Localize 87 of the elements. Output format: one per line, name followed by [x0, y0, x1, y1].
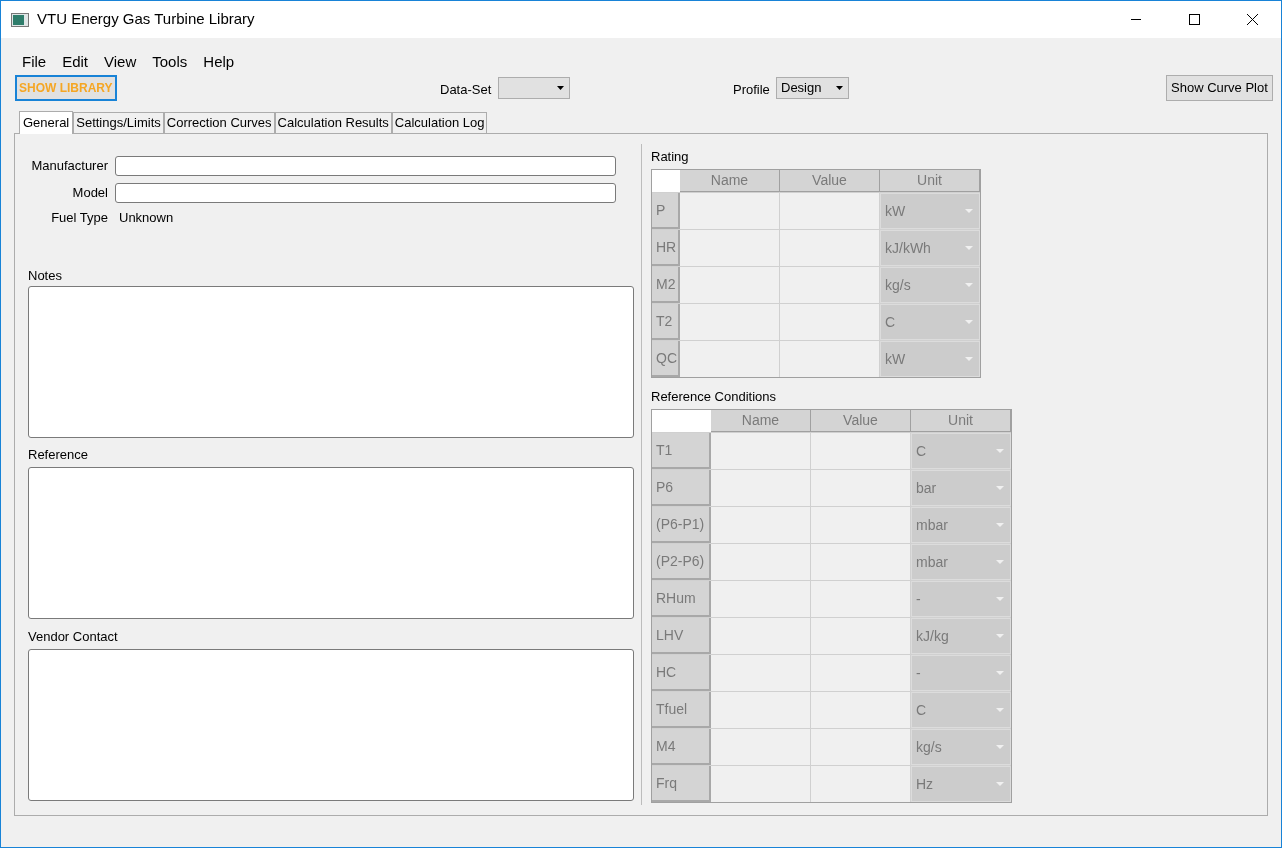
row-header: QC: [652, 341, 680, 377]
notes-text-area[interactable]: [28, 286, 634, 438]
dropdown-arrow-icon: [996, 782, 1004, 786]
unit-dropdown[interactable]: kJ/kg: [911, 618, 1011, 654]
app-icon: [11, 12, 29, 27]
row-header: HR: [652, 230, 680, 266]
unit-dropdown[interactable]: bar: [911, 470, 1011, 506]
unit-dropdown[interactable]: kJ/kWh: [880, 230, 980, 266]
vendor-contact-text-area[interactable]: [28, 649, 634, 801]
dropdown-arrow-icon: [996, 745, 1004, 749]
column-header: Unit: [911, 410, 1011, 432]
dropdown-arrow-icon: [996, 523, 1004, 527]
dropdown-arrow-icon: [836, 86, 843, 90]
reference-text-area[interactable]: [28, 467, 634, 619]
row-header: M4: [652, 729, 711, 765]
section-label: Rating: [651, 148, 690, 165]
show-library-button[interactable]: SHOW LIBRARY: [15, 75, 117, 101]
column-header: Value: [811, 410, 911, 432]
dropdown-arrow-icon: [965, 357, 973, 361]
data-set-dropdown[interactable]: [498, 77, 570, 99]
fuel-type-value: Unknown: [118, 209, 174, 228]
profile-dropdown[interactable]: Design: [776, 77, 849, 99]
unit-dropdown[interactable]: kW: [880, 341, 980, 377]
dropdown-arrow-icon: [996, 708, 1004, 712]
profile-label: Profile: [733, 81, 770, 99]
window-title: VTU Energy Gas Turbine Library: [37, 9, 255, 30]
unit-dropdown[interactable]: -: [911, 655, 1011, 691]
row-header: Tfuel: [652, 692, 711, 728]
dropdown-arrow-icon: [965, 283, 973, 287]
unit-dropdown[interactable]: mbar: [911, 544, 1011, 580]
menu-item[interactable]: Tools: [145, 52, 195, 72]
unit-dropdown[interactable]: C: [880, 304, 980, 340]
manufacturer-field[interactable]: [115, 156, 616, 176]
field-label: Model: [71, 184, 109, 203]
unit-dropdown[interactable]: C: [911, 433, 1011, 469]
menu-item[interactable]: View: [97, 52, 144, 72]
column-header: Value: [780, 170, 880, 192]
row-header: T2: [652, 304, 680, 340]
row-header: Frq: [652, 766, 711, 802]
row-header: (P6-P1): [652, 507, 711, 543]
menu-item[interactable]: Edit: [55, 52, 96, 72]
section-label: Vendor Contact: [28, 628, 119, 645]
dropdown-arrow-icon: [965, 209, 973, 213]
tab[interactable]: Calculation Log: [391, 112, 488, 133]
section-label: Reference Conditions: [651, 388, 778, 405]
unit-dropdown[interactable]: kg/s: [911, 729, 1011, 765]
menu-item[interactable]: Help: [196, 52, 242, 72]
dropdown-arrow-icon: [557, 86, 564, 90]
tab[interactable]: Calculation Results: [274, 112, 392, 133]
row-header: LHV: [652, 618, 711, 654]
row-header: P: [652, 193, 680, 229]
dropdown-arrow-icon: [965, 246, 973, 250]
row-header: (P2-P6): [652, 544, 711, 580]
tab[interactable]: Settings/Limits: [73, 112, 164, 133]
section-label: Notes: [28, 267, 63, 284]
unit-dropdown[interactable]: C: [911, 692, 1011, 728]
tab[interactable]: Correction Curves: [163, 112, 275, 133]
tab[interactable]: General: [19, 111, 74, 134]
dropdown-arrow-icon: [996, 671, 1004, 675]
column-header: Name: [680, 170, 780, 192]
dropdown-arrow-icon: [996, 449, 1004, 453]
table-corner-cell: [652, 410, 711, 432]
dropdown-arrow-icon: [965, 320, 973, 324]
row-header: T1: [652, 433, 711, 469]
field-label: Manufacturer: [30, 157, 109, 176]
row-header: M2: [652, 267, 680, 303]
table-corner-cell: [652, 170, 680, 192]
row-header: HC: [652, 655, 711, 691]
show-curve-plot-button[interactable]: Show Curve Plot: [1166, 75, 1273, 101]
dropdown-arrow-icon: [996, 597, 1004, 601]
unit-dropdown[interactable]: kW: [880, 193, 980, 229]
column-header: Unit: [880, 170, 980, 192]
unit-dropdown[interactable]: -: [911, 581, 1011, 617]
field-label: Fuel Type: [50, 209, 109, 228]
row-header: P6: [652, 470, 711, 506]
unit-dropdown[interactable]: Hz: [911, 766, 1011, 802]
unit-dropdown[interactable]: kg/s: [880, 267, 980, 303]
data-set-label: Data-Set: [440, 81, 492, 99]
menu-item[interactable]: File: [15, 52, 54, 72]
dropdown-arrow-icon: [996, 560, 1004, 564]
row-header: RHum: [652, 581, 711, 617]
dropdown-arrow-icon: [996, 486, 1004, 490]
model-field[interactable]: [115, 183, 616, 203]
column-header: Name: [711, 410, 811, 432]
section-label: Reference: [28, 446, 89, 463]
dropdown-arrow-icon: [996, 634, 1004, 638]
unit-dropdown[interactable]: mbar: [911, 507, 1011, 543]
